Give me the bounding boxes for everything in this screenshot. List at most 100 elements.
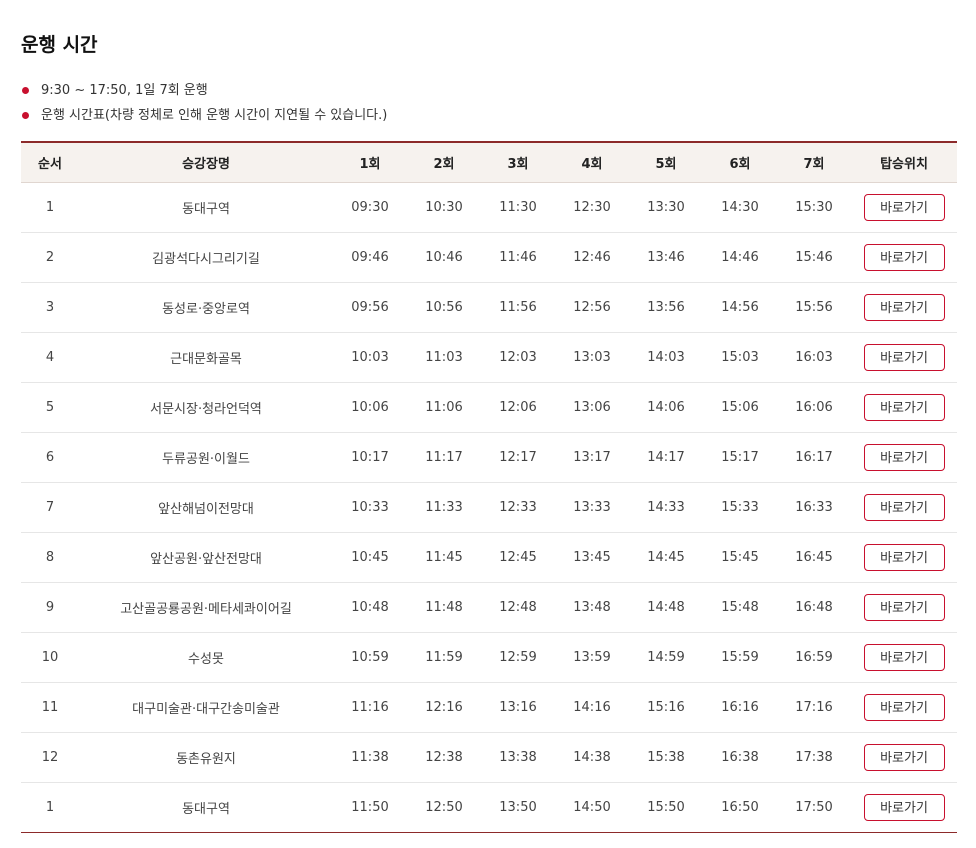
stop-name-cell: 근대문화골목	[79, 332, 333, 383]
go-to-location-button[interactable]: 바로가기	[863, 794, 945, 821]
stop-name-cell: 서문시장·청라언덕역	[79, 382, 333, 433]
column-header-boarding-location: 탑승위치	[851, 142, 957, 183]
departure-time-cell: 10:33	[333, 482, 407, 533]
departure-time-cell: 15:33	[703, 482, 777, 533]
table-row: 3 동성로·중앙로역 09:56 10:56 11:56 12:56 13:56 14:56 1…	[21, 282, 957, 333]
departure-time-cell: 13:38	[481, 732, 555, 783]
note-text: 운행 시간표(차량 정체로 인해 운행 시간이 지연될 수 있습니다.)	[41, 108, 388, 123]
departure-time-cell: 15:45	[703, 532, 777, 583]
departure-time-cell: 12:06	[481, 382, 555, 433]
table-row: 1 동대구역 11:50 12:50 13:50 14:50 15:50 16:50 17:50…	[21, 783, 957, 833]
departure-time-cell: 11:03	[407, 332, 481, 383]
go-to-location-button[interactable]: 바로가기	[863, 294, 945, 321]
boarding-location-cell: 바로가기	[851, 182, 957, 233]
stop-name-cell: 고산골공룡공원·메타세콰이어길	[79, 582, 333, 633]
departure-time-cell: 15:06	[703, 382, 777, 433]
departure-time-cell: 14:56	[703, 282, 777, 333]
go-to-location-button[interactable]: 바로가기	[863, 344, 945, 371]
departure-time-cell: 16:50	[721, 800, 759, 815]
go-to-location-button[interactable]: 바로가기	[863, 694, 945, 721]
stop-name-cell: 동대구역	[182, 802, 230, 817]
departure-time-cell: 13:50	[499, 800, 537, 815]
departure-time-cell: 11:59	[407, 632, 481, 683]
boarding-location-cell: 바로가기	[851, 282, 957, 333]
boarding-location-cell: 바로가기	[851, 682, 957, 733]
column-header-trip-5: 5회	[629, 142, 703, 183]
departure-time-cell: 15:59	[703, 632, 777, 683]
departure-time-cell: 10:30	[407, 182, 481, 233]
departure-time-cell: 15:46	[777, 232, 851, 283]
column-header-trip-1: 1회	[333, 142, 407, 183]
departure-time-cell: 12:50	[425, 800, 463, 815]
table-row: 1 동대구역 09:30 10:30 11:30 12:30 13:30 14:30 15:30…	[21, 182, 957, 233]
table-row: 9 고산골공룡공원·메타세콰이어길 10:48 11:48 12:48 13:48 14:4…	[21, 582, 957, 633]
departure-time-cell: 14:03	[629, 332, 703, 383]
departure-time-cell: 13:46	[629, 232, 703, 283]
departure-time-cell: 13:59	[555, 632, 629, 683]
bullet-dot-icon	[22, 112, 29, 119]
departure-time-cell: 12:33	[481, 482, 555, 533]
column-header-stop-name: 승강장명	[79, 142, 333, 183]
departure-time-cell: 14:16	[555, 682, 629, 733]
departure-time-cell: 12:03	[481, 332, 555, 383]
departure-time-cell: 10:56	[407, 282, 481, 333]
departure-time-cell: 17:16	[777, 682, 851, 733]
boarding-location-cell: 바로가기	[851, 582, 957, 633]
departure-time-cell: 11:33	[407, 482, 481, 533]
departure-time-cell: 11:38	[333, 732, 407, 783]
departure-time-cell: 16:45	[777, 532, 851, 583]
stop-order-cell: 5	[21, 382, 79, 433]
go-to-location-button[interactable]: 바로가기	[863, 594, 945, 621]
note-item: 운행 시간표(차량 정체로 인해 운행 시간이 지연될 수 있습니다.)	[21, 103, 387, 128]
stop-order-cell: 10	[21, 632, 79, 683]
departure-time-cell: 14:33	[629, 482, 703, 533]
table-row: 11 대구미술관·대구간송미술관 11:16 12:16 13:16 14:16 15:16…	[21, 682, 957, 733]
departure-time-cell: 15:16	[629, 682, 703, 733]
stop-name-cell: 수성못	[79, 632, 333, 683]
table-row: 5 서문시장·청라언덕역 10:06 11:06 12:06 13:06 14:06 15:0…	[21, 382, 957, 433]
stop-name-cell: 앞산공원·앞산전망대	[79, 532, 333, 583]
departure-time-cell: 17:38	[777, 732, 851, 783]
go-to-location-button[interactable]: 바로가기	[863, 194, 945, 221]
go-to-location-button[interactable]: 바로가기	[863, 494, 945, 521]
go-to-location-button[interactable]: 바로가기	[863, 744, 945, 771]
departure-time-cell: 15:30	[777, 182, 851, 233]
column-header-trip-6: 6회	[703, 142, 777, 183]
go-to-location-button[interactable]: 바로가기	[863, 444, 945, 471]
timetable-page: 운행 시간 9:30 ~ 17:50, 1일 7회 운행 운행 시간표(차량 정…	[0, 0, 976, 848]
column-header-trip-2: 2회	[407, 142, 481, 183]
departure-time-cell: 13:30	[629, 182, 703, 233]
go-to-location-button[interactable]: 바로가기	[863, 394, 945, 421]
boarding-location-cell: 바로가기	[851, 732, 957, 783]
departure-time-cell: 16:06	[777, 382, 851, 433]
departure-time-cell: 15:17	[703, 432, 777, 483]
departure-time-cell: 14:30	[703, 182, 777, 233]
departure-time-cell: 13:48	[555, 582, 629, 633]
departure-time-cell: 11:50	[351, 800, 389, 815]
departure-time-cell: 16:48	[777, 582, 851, 633]
table-row: 8 앞산공원·앞산전망대 10:45 11:45 12:45 13:45 14:45 15:4…	[21, 532, 957, 583]
stop-order-cell: 6	[21, 432, 79, 483]
column-header-trip-7: 7회	[777, 142, 851, 183]
departure-time-cell: 14:38	[555, 732, 629, 783]
departure-time-cell: 16:33	[777, 482, 851, 533]
boarding-location-cell: 바로가기	[851, 532, 957, 583]
stop-name-cell: 대구미술관·대구간송미술관	[79, 682, 333, 733]
departure-time-cell: 16:59	[777, 632, 851, 683]
departure-time-cell: 12:48	[481, 582, 555, 633]
go-to-location-button[interactable]: 바로가기	[863, 644, 945, 671]
stop-order-cell: 1	[45, 800, 55, 815]
table-row: 7 앞산해넘이전망대 10:33 11:33 12:33 13:33 14:33 15:33 1…	[21, 482, 957, 533]
table-header-row: 순서 승강장명 1회 2회 3회 4회 5회 6회 7회 탑승위치	[21, 142, 957, 183]
go-to-location-button[interactable]: 바로가기	[863, 544, 945, 571]
departure-time-cell: 12:56	[555, 282, 629, 333]
departure-time-cell: 16:17	[777, 432, 851, 483]
departure-time-cell: 13:03	[555, 332, 629, 383]
departure-time-cell: 11:30	[481, 182, 555, 233]
go-to-location-button[interactable]: 바로가기	[863, 244, 945, 271]
stop-order-cell: 2	[21, 232, 79, 283]
departure-time-cell: 14:17	[629, 432, 703, 483]
boarding-location-cell: 바로가기	[851, 232, 957, 283]
stop-order-cell: 3	[21, 282, 79, 333]
departure-time-cell: 12:16	[407, 682, 481, 733]
